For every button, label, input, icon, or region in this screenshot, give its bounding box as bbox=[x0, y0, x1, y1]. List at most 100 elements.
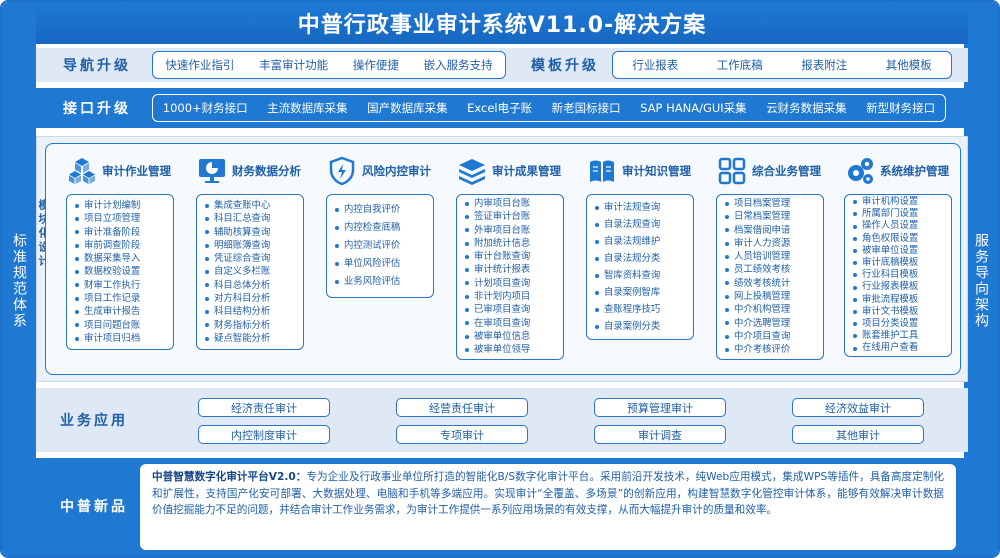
list-item: 科目总体分析 bbox=[205, 279, 303, 292]
left-side-label: 标准规范体系 bbox=[2, 2, 36, 556]
new-product-name: 中普智慧数字化审计平台V2.0： bbox=[152, 471, 307, 483]
list-item: 凭证综合查询 bbox=[205, 252, 303, 265]
list-item: 内控检查底稿 bbox=[335, 219, 433, 237]
list-item: 项目工作记录 bbox=[75, 292, 173, 305]
list-item: 审计统计报表 bbox=[465, 263, 563, 276]
list-item: 员工绩效考核 bbox=[725, 263, 823, 276]
list-item: 审计台账查询 bbox=[465, 250, 563, 263]
chart-screen-icon bbox=[196, 155, 228, 187]
cubes-icon bbox=[66, 155, 98, 187]
list-item: 审计文书模板 bbox=[853, 306, 951, 318]
business-applications-band: 业务应用 经济责任审计 经营责任审计 预算管理审计 经济效益审计 内控制度审计 … bbox=[36, 388, 968, 452]
list-item: 内控测试评价 bbox=[335, 237, 433, 255]
module-name: 审计知识管理 bbox=[622, 164, 691, 178]
shield-icon bbox=[326, 155, 358, 187]
list-item: 行业报表模板 bbox=[853, 281, 951, 293]
list-item: 已审项目查询 bbox=[465, 303, 563, 316]
module-risk-control: 风险内控审计 内控自我评价 内控检查底稿 内控测试评价 单位风险评估 业务风险评… bbox=[326, 154, 444, 298]
list-item: 中介选聘管理 bbox=[725, 317, 823, 330]
list-item: 审计机构设置 bbox=[853, 196, 951, 208]
list-item: 查账程序技巧 bbox=[595, 301, 693, 318]
list-item: 外审项目台账 bbox=[465, 224, 563, 237]
list-item: 审前调查阶段 bbox=[75, 239, 173, 252]
business-item: 专项审计 bbox=[396, 425, 528, 444]
module-name: 财务数据分析 bbox=[232, 164, 301, 178]
modules-panel: 审计作业管理 审计计划编制 项目立项管理 审计准备阶段 审前调查阶段 数据采集导… bbox=[45, 143, 961, 375]
nav-upgrade-pill: 快速作业指引 丰富审计功能 操作便捷 嵌入服务支持 bbox=[152, 51, 506, 79]
interface-item: 主流数据库采集 bbox=[267, 101, 348, 115]
list-item: 明细账簿查询 bbox=[205, 239, 303, 252]
interface-item: 新老国标接口 bbox=[551, 101, 621, 115]
module-item-list: 项目档案管理 日常档案管理 档案借阅申请 审计人力资源 人员培训管理 员工绩效考… bbox=[716, 194, 824, 360]
module-name: 审计成果管理 bbox=[492, 164, 561, 178]
list-item: 项目档案管理 bbox=[725, 197, 823, 210]
module-financial-analysis: 财务数据分析 集成查账中心 科目汇总查询 辅助核算查询 明细账簿查询 凭证综合查… bbox=[196, 154, 314, 351]
list-item: 中介机构管理 bbox=[725, 303, 823, 316]
title-bar: 中普行政事业审计系统V11.0-解决方案 bbox=[36, 2, 968, 44]
list-item: 非计划内项目 bbox=[465, 290, 563, 303]
interface-item: 国产数据库采集 bbox=[367, 101, 448, 115]
list-item: 审计人力资源 bbox=[725, 237, 823, 250]
list-item: 科目汇总查询 bbox=[205, 212, 303, 225]
list-item: 在线用户查看 bbox=[853, 342, 951, 354]
list-item: 对方科目分析 bbox=[205, 292, 303, 305]
interface-item: 云财务数据采集 bbox=[766, 101, 847, 115]
list-item: 项目立项管理 bbox=[75, 212, 173, 225]
interface-item: SAP HANA/GUI采集 bbox=[640, 101, 747, 115]
interface-upgrade-label: 接口升级 bbox=[63, 101, 131, 117]
list-item: 中介项目查询 bbox=[725, 330, 823, 343]
nav-upgrade-label: 导航升级 bbox=[63, 58, 131, 74]
business-item: 经济效益审计 bbox=[792, 398, 924, 417]
list-item: 被审单位信息 bbox=[465, 330, 563, 343]
modules-section: 模块化设计 审计作业管理 审计计划编制 项目立项管理 审计准备阶段 审前调查阶段… bbox=[36, 136, 968, 382]
module-audit-results: 审计成果管理 内审项目台账 签证审计台账 外审项目台账 附加统计信息 审计台账查… bbox=[456, 154, 574, 360]
module-name: 综合业务管理 bbox=[752, 164, 821, 178]
template-item: 行业报表 bbox=[632, 58, 679, 72]
module-item-list: 内审项目台账 签证审计台账 外审项目台账 附加统计信息 审计台账查询 审计统计报… bbox=[456, 194, 564, 360]
business-item: 预算管理审计 bbox=[594, 398, 726, 417]
list-item: 审计计划编制 bbox=[75, 199, 173, 212]
list-item: 集成查账中心 bbox=[205, 199, 303, 212]
business-item: 内控制度审计 bbox=[198, 425, 330, 444]
list-item: 自录法规查询 bbox=[595, 216, 693, 233]
nav-item: 丰富审计功能 bbox=[259, 58, 329, 72]
module-name: 系统维护管理 bbox=[880, 164, 949, 178]
list-item: 计划项目查询 bbox=[465, 277, 563, 290]
module-audit-work: 审计作业管理 审计计划编制 项目立项管理 审计准备阶段 审前调查阶段 数据采集导… bbox=[66, 154, 184, 351]
template-item: 工作底稿 bbox=[716, 58, 763, 72]
list-item: 项目分类设置 bbox=[853, 318, 951, 330]
list-item: 审计项目归档 bbox=[75, 332, 173, 345]
list-item: 内审项目台账 bbox=[465, 197, 563, 210]
list-item: 操作人员设置 bbox=[853, 220, 951, 232]
new-products-label: 中普新品 bbox=[60, 499, 128, 515]
module-name: 审计作业管理 bbox=[102, 164, 171, 178]
list-item: 单位风险评估 bbox=[335, 255, 433, 273]
template-item: 报表附注 bbox=[801, 58, 848, 72]
book-icon bbox=[586, 155, 618, 187]
business-item: 审计调查 bbox=[594, 425, 726, 444]
right-side-label: 服务导向架构 bbox=[964, 2, 998, 556]
module-system-maintenance: 系统维护管理 审计机构设置 所属部门设置 操作人员设置 角色权限设置 被审单位设… bbox=[844, 154, 962, 357]
interface-item: 1000+财务接口 bbox=[162, 101, 248, 115]
list-item: 项目问题台账 bbox=[75, 319, 173, 332]
module-name: 风险内控审计 bbox=[362, 164, 431, 178]
list-item: 数据校验设置 bbox=[75, 265, 173, 278]
list-item: 被审单位领导 bbox=[465, 343, 563, 356]
list-item: 在审项目查询 bbox=[465, 317, 563, 330]
list-item: 网上投稿管理 bbox=[725, 290, 823, 303]
template-upgrade-pill: 行业报表 工作底稿 报表附注 其他模板 bbox=[612, 51, 952, 79]
list-item: 自录法规维护 bbox=[595, 233, 693, 250]
list-item: 账套维护工具 bbox=[853, 330, 951, 342]
diagram-frame: 标准规范体系 服务导向架构 中普行政事业审计系统V11.0-解决方案 导航升级 … bbox=[0, 0, 1000, 558]
page-title: 中普行政事业审计系统V11.0-解决方案 bbox=[297, 13, 707, 38]
list-item: 自录案例分类 bbox=[595, 318, 693, 335]
list-item: 自录法规分类 bbox=[595, 250, 693, 267]
list-item: 绩效考核统计 bbox=[725, 277, 823, 290]
list-item: 日常档案管理 bbox=[725, 210, 823, 223]
list-item: 人员培训管理 bbox=[725, 250, 823, 263]
list-item: 财审工作执行 bbox=[75, 279, 173, 292]
business-applications-label: 业务应用 bbox=[60, 413, 128, 429]
list-item: 智库资料查询 bbox=[595, 267, 693, 284]
list-item: 辅助核算查询 bbox=[205, 226, 303, 239]
nav-item: 操作便捷 bbox=[352, 58, 399, 72]
